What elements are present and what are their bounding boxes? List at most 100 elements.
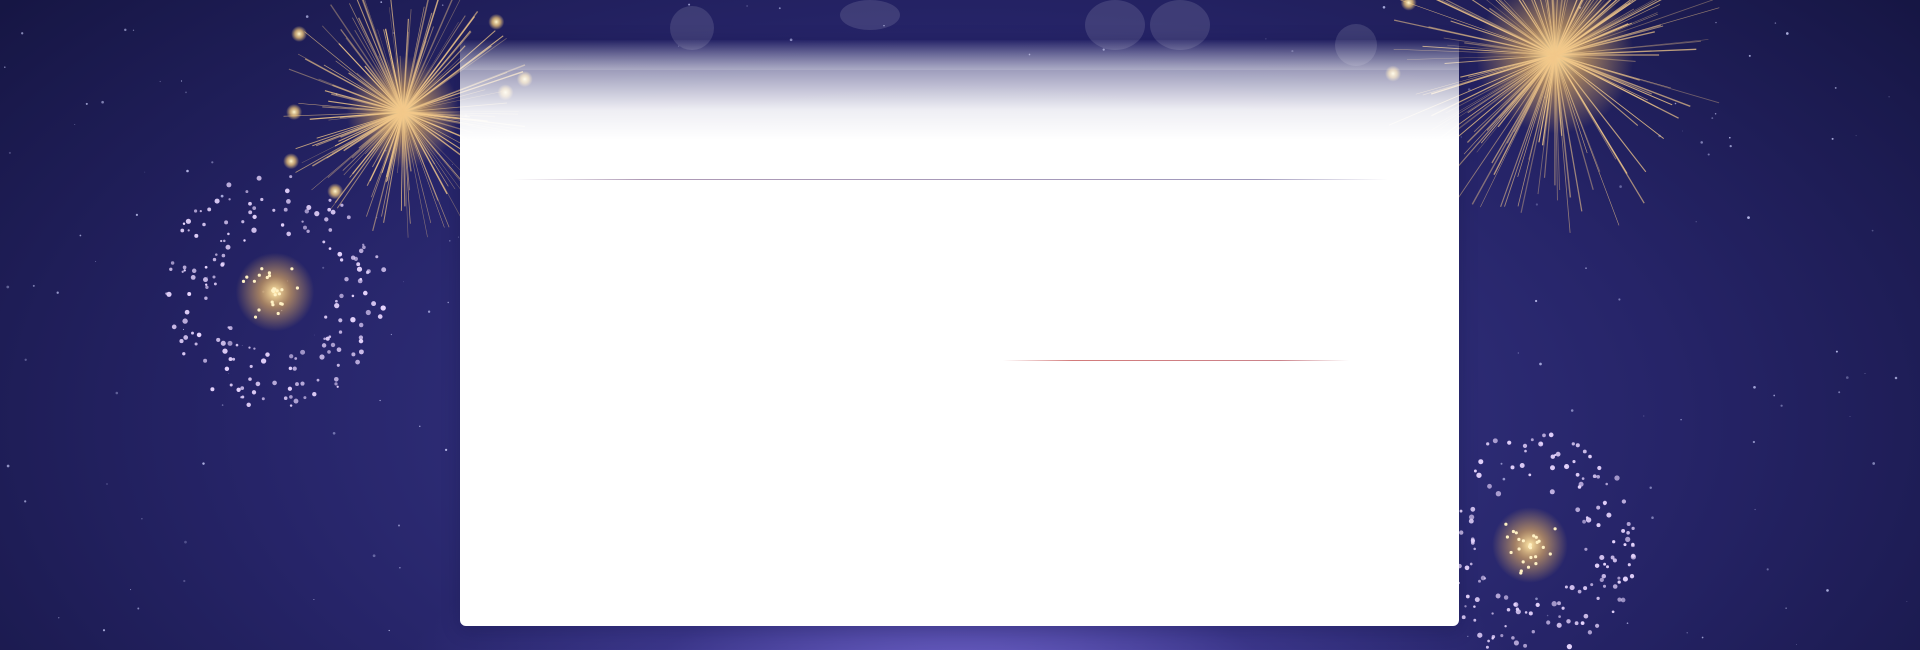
star: [1729, 136, 1731, 139]
sparkle: [228, 357, 233, 362]
sparkle: [183, 269, 186, 272]
sparkle: [1585, 517, 1592, 523]
sparkle: [228, 198, 231, 201]
sparkle: [260, 197, 264, 202]
sparkle: [243, 239, 246, 242]
sparkle: [187, 229, 190, 232]
sparkle: [284, 188, 290, 194]
star: [1855, 135, 1857, 137]
star: [314, 334, 315, 336]
sparkle-core: [276, 311, 280, 316]
star: [1686, 632, 1688, 634]
sparkle: [1487, 483, 1492, 489]
sparkle: [303, 225, 307, 230]
sparkle-core: [257, 308, 261, 312]
star: [388, 629, 390, 632]
sparkle: [287, 386, 293, 391]
star: [1838, 391, 1841, 394]
sparkle: [294, 357, 298, 360]
sparkle: [1511, 636, 1515, 640]
star: [449, 240, 451, 242]
sparkle-core: [1509, 550, 1513, 555]
sparkle-core: [1517, 537, 1521, 542]
star: [1651, 516, 1654, 519]
star: [182, 328, 185, 330]
sparkle: [363, 290, 368, 296]
star: [1460, 136, 1462, 138]
sparkle: [225, 244, 231, 250]
star: [372, 554, 376, 558]
sparkle: [212, 257, 217, 262]
sparkle: [220, 340, 226, 346]
star: [447, 301, 449, 304]
star: [390, 333, 393, 336]
star: [106, 483, 108, 485]
star: [419, 425, 421, 427]
sparkle: [362, 243, 365, 246]
sparkle: [1542, 433, 1546, 438]
sparkle: [283, 396, 288, 400]
sparkle-core: [253, 315, 258, 319]
sparkle: [336, 363, 340, 367]
sparkle: [358, 248, 364, 254]
star: [32, 284, 35, 287]
sparkle: [194, 233, 199, 238]
sparkle: [1554, 453, 1557, 457]
sparkle: [1611, 610, 1615, 614]
star: [1888, 96, 1890, 98]
star: [24, 500, 27, 503]
sparkle: [323, 337, 326, 340]
sparkle: [351, 352, 356, 357]
sparkle: [1617, 580, 1621, 584]
sparkle: [261, 397, 265, 401]
sparkle: [1459, 509, 1463, 513]
star: [101, 100, 104, 104]
sparkle-core: [295, 286, 299, 290]
sparkle: [229, 383, 233, 387]
sparkle: [1464, 565, 1470, 571]
sparkle: [1596, 505, 1601, 510]
sparkle: [1473, 618, 1477, 622]
star: [427, 310, 431, 313]
star: [1774, 22, 1777, 24]
sparkle-core: [252, 279, 256, 283]
sparkle: [346, 215, 351, 220]
star: [79, 234, 82, 237]
divider-line-top: [512, 179, 1388, 180]
sparkle: [1477, 632, 1483, 638]
sparkle: [249, 364, 253, 368]
star: [1649, 486, 1652, 489]
star: [380, 1, 383, 3]
star: [124, 28, 127, 32]
sparkle: [1569, 585, 1575, 591]
star: [202, 462, 205, 465]
sparkle: [280, 223, 285, 227]
sparkle-core: [271, 288, 275, 293]
star: [1539, 362, 1542, 366]
sparkle-core: [1534, 562, 1538, 566]
sparkle-core: [267, 271, 271, 275]
star: [135, 213, 139, 217]
sparkle: [1515, 609, 1521, 615]
sparkle-core: [1526, 565, 1531, 569]
content-panel: [460, 40, 1459, 626]
sparkle: [1470, 506, 1476, 512]
sparkle: [1580, 621, 1585, 625]
sparkle: [1582, 519, 1586, 524]
sparkle: [1557, 601, 1561, 606]
burst-tip: [488, 13, 505, 30]
star: [313, 599, 315, 600]
sparkle: [365, 309, 371, 316]
star: [1570, 409, 1574, 412]
sparkle: [357, 278, 363, 284]
sparkle: [1631, 553, 1636, 558]
sparkle: [1623, 543, 1627, 547]
sparkle: [1610, 555, 1615, 560]
sparkle: [356, 262, 361, 267]
star: [1467, 88, 1471, 91]
sparkle: [289, 395, 293, 399]
sparkle: [306, 229, 310, 233]
sparkle-core: [1529, 555, 1533, 560]
star: [1700, 141, 1703, 144]
sparkle: [1596, 474, 1601, 479]
